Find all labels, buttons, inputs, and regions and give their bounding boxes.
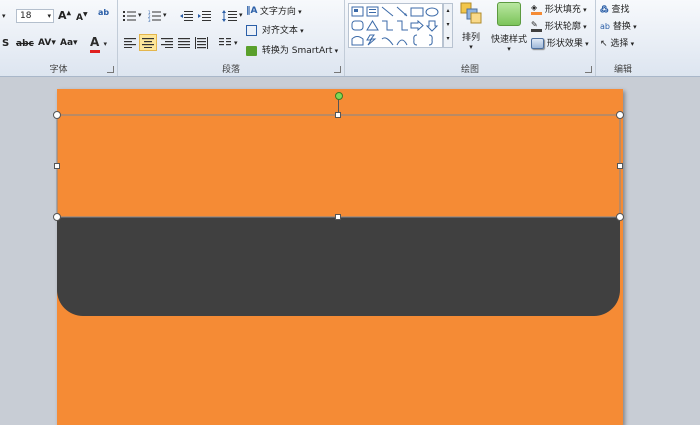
- resize-handle-top-right[interactable]: [616, 111, 624, 119]
- resize-handle-bottom[interactable]: [335, 214, 341, 220]
- selection-outline: [56, 97, 621, 218]
- resize-handle-top[interactable]: [335, 112, 341, 118]
- resize-handle-top-left[interactable]: [53, 111, 61, 119]
- resize-handle-bottom-left[interactable]: [53, 213, 61, 221]
- resize-handle-bottom-right[interactable]: [616, 213, 624, 221]
- resize-handle-left[interactable]: [54, 163, 60, 169]
- resize-handle-right[interactable]: [617, 163, 623, 169]
- rotation-handle[interactable]: [335, 92, 343, 100]
